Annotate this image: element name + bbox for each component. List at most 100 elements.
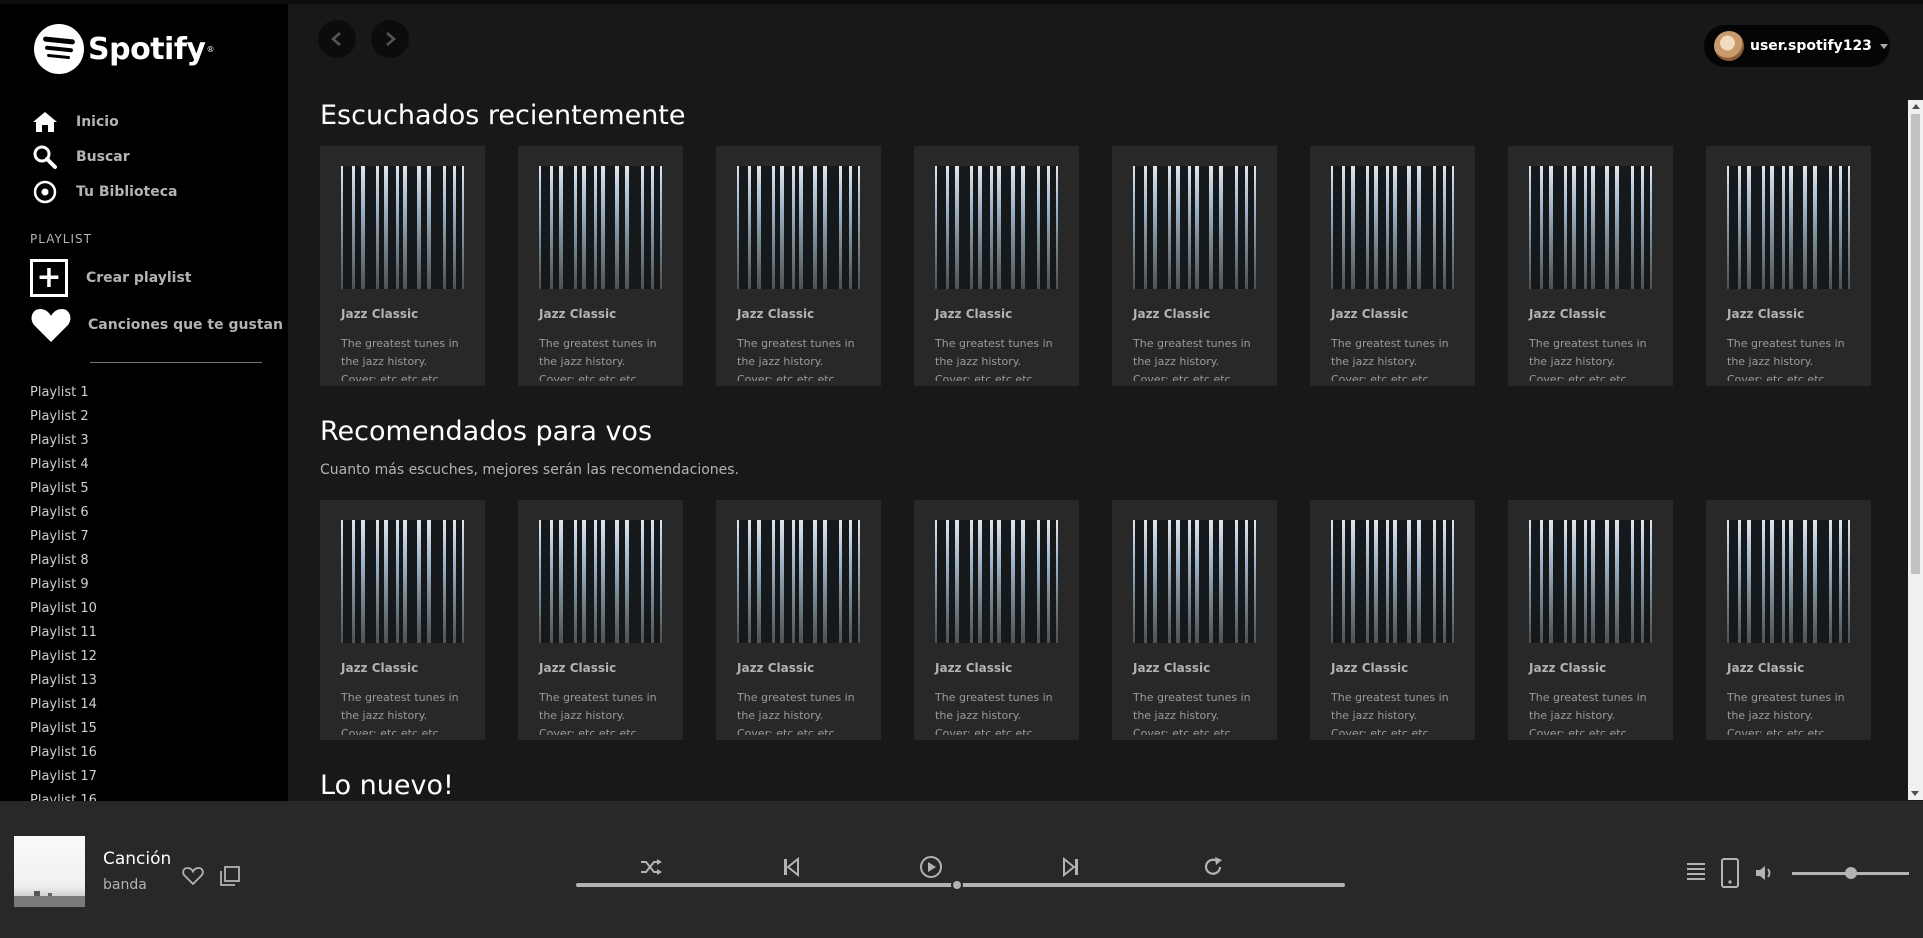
volume-icon[interactable] [1754,863,1776,883]
repeat-icon [1204,857,1222,875]
home-icon [30,109,60,135]
back-button[interactable] [318,20,356,58]
sidebar-playlist-item[interactable]: Playlist 8 [30,549,97,573]
nav-item-home[interactable]: Inicio [30,104,178,139]
playlist-card[interactable]: Jazz Classic The greatest tunes in the ja… [914,146,1079,386]
chevron-left-icon [331,32,341,46]
volume-handle[interactable] [1844,867,1857,879]
card-cover-image [1529,520,1652,643]
card-title: Jazz Classic [1133,661,1211,675]
playlist-card[interactable]: Jazz Classic The greatest tunes in the ja… [1706,146,1871,386]
spotify-app: Spotify ® Inicio Buscar Tu Biblioteca PL… [0,0,1923,938]
card-cover-image [1133,166,1256,289]
play-icon [920,856,942,878]
repeat-button[interactable] [1199,853,1227,881]
picture-in-picture-icon[interactable] [219,865,241,887]
sidebar-playlist-item[interactable]: Playlist 1 [30,381,97,405]
device-icon[interactable] [1719,857,1741,889]
playlist-card[interactable]: Jazz Classic The greatest tunes in the ja… [1310,146,1475,386]
sidebar-playlist-item[interactable]: Playlist 5 [30,477,97,501]
sidebar-playlist-item[interactable]: Playlist 16 [30,741,97,765]
username: user.spotify123 [1750,38,1872,54]
forward-button[interactable] [371,20,409,58]
liked-songs-button[interactable]: Canciones que te gustan [30,306,283,344]
playlist-card[interactable]: Jazz Classic The greatest tunes in the ja… [320,500,485,740]
library-icon [30,179,60,205]
playlist-card[interactable]: Jazz Classic The greatest tunes in the ja… [716,146,881,386]
scroll-up-arrow-icon[interactable] [1911,104,1920,109]
sidebar-playlist-item[interactable]: Playlist 10 [30,597,97,621]
sidebar-playlist-item[interactable]: Playlist 9 [30,573,97,597]
card-cover-image [1331,520,1454,643]
section-title-new: Lo nuevo! [320,770,454,801]
card-description: The greatest tunes in the jazz history. … [341,337,459,381]
card-description: The greatest tunes in the jazz history. … [1529,691,1647,735]
card-cover-image [737,520,860,643]
spotify-logo[interactable]: Spotify ® [34,24,214,74]
volume-slider[interactable] [1792,867,1909,879]
card-title: Jazz Classic [539,307,617,321]
card-cover-image [1331,166,1454,289]
shuffle-icon [641,859,662,875]
previous-button[interactable] [777,853,805,881]
queue-icon[interactable] [1685,860,1707,882]
create-playlist-button[interactable]: + Crear playlist [30,259,192,297]
shuffle-button[interactable] [637,853,665,881]
card-cover-image [341,166,464,289]
now-playing-cover[interactable] [14,836,85,907]
sidebar-playlist-item[interactable]: Playlist 2 [30,405,97,429]
create-playlist-label: Crear playlist [86,270,192,286]
track-title[interactable]: Canción [103,849,171,869]
playlist-heading: PLAYLIST [30,232,92,246]
playlist-card[interactable]: Jazz Classic The greatest tunes in the ja… [1112,500,1277,740]
sidebar-playlist-item[interactable]: Playlist 17 [30,765,97,789]
playlist-card[interactable]: Jazz Classic The greatest tunes in the ja… [518,500,683,740]
card-description: The greatest tunes in the jazz history. … [1727,337,1845,381]
registered-mark: ® [206,44,215,54]
nav-label: Inicio [76,113,119,130]
liked-songs-label: Canciones que te gustan [88,317,283,333]
playlist-card[interactable]: Jazz Classic The greatest tunes in the ja… [914,500,1079,740]
sidebar-playlist-item[interactable]: Playlist 7 [30,525,97,549]
playlist-card[interactable]: Jazz Classic The greatest tunes in the ja… [1508,500,1673,740]
play-button[interactable] [917,853,945,881]
sidebar-playlist-item[interactable]: Playlist 16 [30,789,97,801]
nav-item-library[interactable]: Tu Biblioteca [30,174,178,209]
card-description: The greatest tunes in the jazz history. … [935,691,1053,735]
card-row-recent: Jazz Classic The greatest tunes in the ja… [320,146,1904,386]
chevron-right-icon [386,32,396,46]
sidebar-playlist-item[interactable]: Playlist 13 [30,669,97,693]
card-description: The greatest tunes in the jazz history. … [539,691,657,735]
caret-down-icon [1879,43,1888,49]
sidebar-playlist-item[interactable]: Playlist 15 [30,717,97,741]
sidebar-playlist-item[interactable]: Playlist 3 [30,429,97,453]
progress-handle[interactable] [950,879,963,891]
card-description: The greatest tunes in the jazz history. … [935,337,1053,381]
card-title: Jazz Classic [737,307,815,321]
scroll-thumb[interactable] [1911,114,1920,574]
playlist-card[interactable]: Jazz Classic The greatest tunes in the ja… [1112,146,1277,386]
playlist-card[interactable]: Jazz Classic The greatest tunes in the ja… [518,146,683,386]
track-artist[interactable]: banda [103,877,147,893]
sidebar-playlist-item[interactable]: Playlist 14 [30,693,97,717]
playlist-card[interactable]: Jazz Classic The greatest tunes in the ja… [320,146,485,386]
skip-previous-icon [784,857,799,877]
scroll-down-arrow-icon[interactable] [1911,791,1919,796]
playlist-card[interactable]: Jazz Classic The greatest tunes in the ja… [716,500,881,740]
playlist-card[interactable]: Jazz Classic The greatest tunes in the ja… [1706,500,1871,740]
sidebar-playlist-item[interactable]: Playlist 6 [30,501,97,525]
progress-bar[interactable] [576,879,1345,891]
sidebar-playlist-item[interactable]: Playlist 12 [30,645,97,669]
nav-item-search[interactable]: Buscar [30,139,178,174]
playlist-card[interactable]: Jazz Classic The greatest tunes in the ja… [1508,146,1673,386]
sidebar-playlist-item[interactable]: Playlist 4 [30,453,97,477]
main-scrollbar[interactable] [1908,100,1923,800]
card-description: The greatest tunes in the jazz history. … [341,691,459,735]
card-description: The greatest tunes in the jazz history. … [737,691,855,735]
like-heart-icon[interactable] [182,866,204,886]
sidebar-playlist-item[interactable]: Playlist 11 [30,621,97,645]
playlist-card[interactable]: Jazz Classic The greatest tunes in the ja… [1310,500,1475,740]
next-button[interactable] [1057,853,1085,881]
user-menu-button[interactable]: user.spotify123 [1704,25,1890,67]
section-title-recent: Escuchados recientemente [320,100,686,131]
